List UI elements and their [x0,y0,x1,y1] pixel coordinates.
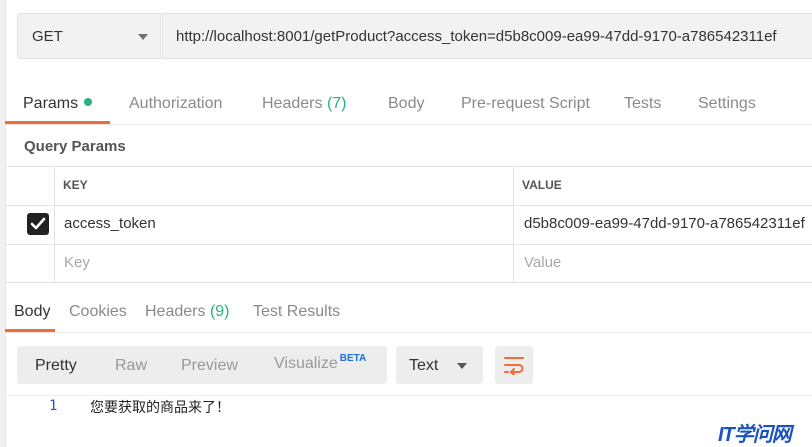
column-header-value: VALUE [522,178,562,192]
line-number: 1 [49,398,58,414]
tab-headers-count: (7) [326,95,347,112]
method-select[interactable]: GET [17,13,161,59]
chevron-down-icon [457,363,467,369]
params-indicator-dot [84,98,93,106]
tab-settings[interactable]: Settings [698,95,756,113]
tab-prerequest-script[interactable]: Pre-request Script [461,95,590,113]
table-column-divider [513,166,514,282]
response-tab-test-results[interactable]: Test Results [253,303,340,321]
tab-body[interactable]: Body [388,95,424,113]
watermark-logo: IT学问网 [718,424,792,446]
format-select[interactable]: Text [396,346,483,384]
new-key-input[interactable]: Key [64,254,90,271]
method-label: GET [32,28,63,45]
response-tab-headers-label: Headers [145,303,206,320]
visualize-label: Visualize [274,355,338,372]
table-border [5,205,812,206]
response-tabs-divider [5,332,812,333]
param-key-cell[interactable]: access_token [64,215,156,232]
wrap-lines-button[interactable] [495,346,533,384]
tab-headers-label: Headers [262,95,323,112]
url-text: http://localhost:8001/getProduct?access_… [176,28,777,45]
query-params-title: Query Params [24,138,126,155]
wrap-lines-icon [504,357,524,375]
view-mode-group: Pretty Raw Preview Visualize BETA [17,346,387,384]
column-header-key: KEY [63,178,88,192]
window-left-edge [0,0,6,447]
table-column-divider [54,166,55,282]
table-border-bottom [5,282,812,283]
pretty-button[interactable]: Pretty [35,357,77,375]
new-value-input[interactable]: Value [524,254,561,271]
response-tab-headers-count: (9) [209,303,230,320]
visualize-button[interactable]: Visualize BETA [274,353,366,373]
url-input[interactable]: http://localhost:8001/getProduct?access_… [162,13,812,59]
param-value-cell[interactable]: d5b8c009-ea99-47dd-9170-a786542311ef [524,215,805,232]
checkmark-icon [30,217,46,230]
raw-button[interactable]: Raw [115,357,147,375]
table-border-top [5,166,812,167]
response-tab-headers[interactable]: Headers (9) [145,303,230,321]
response-tab-body[interactable]: Body [14,303,50,321]
table-border [5,244,812,245]
param-enabled-checkbox[interactable] [27,213,49,235]
preview-button[interactable]: Preview [181,357,238,375]
tab-params[interactable]: Params [23,95,93,113]
response-body-text: 您要获取的商品来了！ [90,400,230,416]
tab-headers[interactable]: Headers (7) [262,95,347,113]
tab-tests[interactable]: Tests [624,95,661,113]
format-label: Text [409,357,439,374]
chevron-down-icon [138,34,148,40]
response-tab-cookies[interactable]: Cookies [69,303,127,321]
tabs-divider [5,124,812,125]
response-body-top-border [5,395,812,396]
tab-authorization[interactable]: Authorization [129,95,222,113]
beta-badge: BETA [339,353,367,364]
tab-params-label: Params [23,95,79,112]
